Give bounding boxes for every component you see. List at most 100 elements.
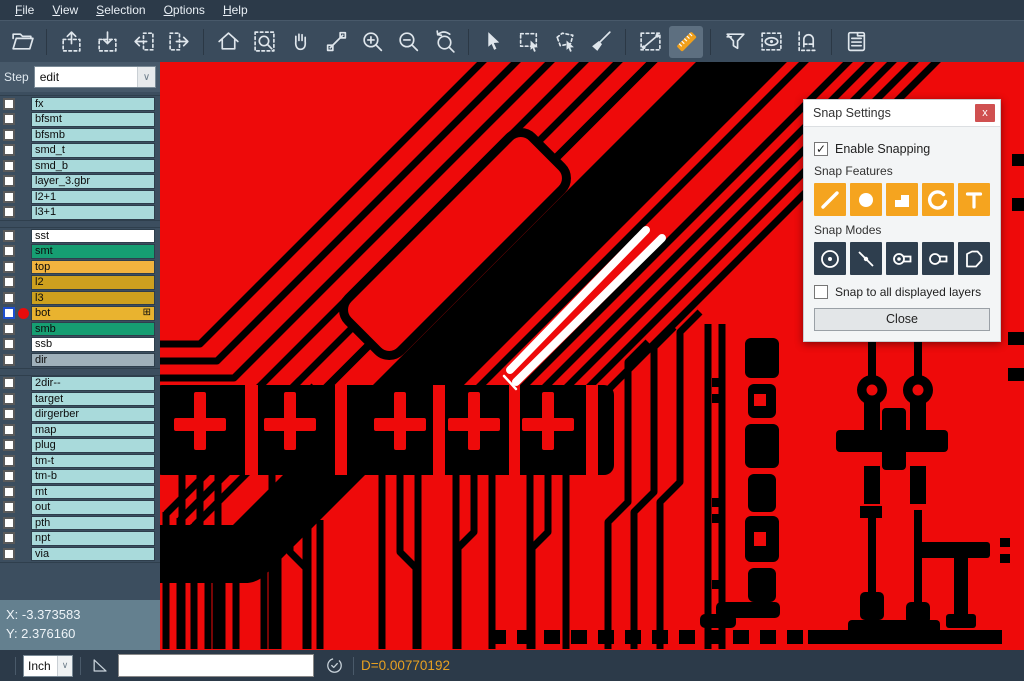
layer-visibility-checkbox[interactable] — [3, 292, 15, 304]
layer-visibility-checkbox[interactable] — [3, 206, 15, 218]
snap-midpoint-button[interactable] — [850, 242, 882, 275]
layer-row-dir[interactable]: dir — [0, 352, 160, 368]
layer-visibility-checkbox[interactable] — [3, 175, 15, 187]
layer-row-via[interactable]: via — [0, 546, 160, 562]
snap-pad-dot-button[interactable] — [886, 242, 918, 275]
layer-name[interactable]: out — [31, 500, 155, 515]
layer-visibility-checkbox[interactable] — [3, 486, 15, 498]
chevron-down-icon[interactable]: ∨ — [137, 67, 155, 87]
layer-visibility-checkbox[interactable] — [3, 377, 15, 389]
layer-visibility-checkbox[interactable] — [3, 517, 15, 529]
enable-snapping-checkbox[interactable]: ✓ — [814, 142, 828, 156]
layer-row-top[interactable]: top — [0, 259, 160, 275]
layer-visibility-checkbox[interactable] — [3, 323, 15, 335]
snap-slot-button[interactable] — [922, 242, 954, 275]
snap-line-button[interactable] — [814, 183, 846, 216]
menu-view[interactable]: View — [43, 1, 87, 19]
layer-row-fx[interactable]: fx — [0, 96, 160, 112]
layer-visibility-checkbox[interactable] — [3, 160, 15, 172]
step-select[interactable]: edit ∨ — [34, 66, 156, 88]
layer-name[interactable]: l3+1 — [31, 205, 155, 220]
layer-row-npt[interactable]: npt — [0, 531, 160, 547]
menu-selection[interactable]: Selection — [87, 1, 154, 19]
layer-name[interactable]: plug — [31, 438, 155, 453]
layer-row-out[interactable]: out — [0, 500, 160, 516]
layer-row-l3+1[interactable]: l3+1 — [0, 205, 160, 221]
layer-visibility-checkbox[interactable] — [3, 144, 15, 156]
layer-name[interactable]: npt — [31, 531, 155, 546]
layer-name[interactable]: sst — [31, 229, 155, 244]
snap-surface-button[interactable] — [886, 183, 918, 216]
layer-name[interactable]: pth — [31, 516, 155, 531]
select-button[interactable] — [476, 26, 510, 58]
layer-name[interactable]: bfsmb — [31, 128, 155, 143]
menu-file[interactable]: File — [6, 1, 43, 19]
chevron-down-icon[interactable]: ∨ — [57, 656, 72, 676]
layer-name[interactable]: smd_b — [31, 159, 155, 174]
layer-row-layer_3.gbr[interactable]: layer_3.gbr — [0, 174, 160, 190]
layer-row-l3[interactable]: l3 — [0, 290, 160, 306]
layer-visibility-checkbox[interactable] — [3, 191, 15, 203]
layer-name[interactable]: smt — [31, 244, 155, 259]
layer-visibility-checkbox[interactable] — [3, 548, 15, 560]
layer-row-smt[interactable]: smt — [0, 244, 160, 260]
layer-visibility-checkbox[interactable] — [3, 276, 15, 288]
layer-name[interactable]: fx — [31, 97, 155, 112]
menu-help[interactable]: Help — [214, 1, 257, 19]
zoom-in-button[interactable] — [355, 26, 389, 58]
layer-name[interactable]: layer_3.gbr — [31, 174, 155, 189]
layer-row-plug[interactable]: plug — [0, 438, 160, 454]
layer-name[interactable]: map — [31, 423, 155, 438]
select-rect-button[interactable] — [512, 26, 546, 58]
dialog-title-bar[interactable]: Snap Settings x — [804, 100, 1000, 127]
layer-visibility-checkbox[interactable] — [3, 307, 15, 319]
layer-visibility-checkbox[interactable] — [3, 501, 15, 513]
edit-vertex-button[interactable] — [319, 26, 353, 58]
layer-row-ssb[interactable]: ssb — [0, 337, 160, 353]
layer-visibility-checkbox[interactable] — [3, 455, 15, 467]
layer-row-l2[interactable]: l2 — [0, 275, 160, 291]
layer-name[interactable]: l2+1 — [31, 190, 155, 205]
layer-row-l2+1[interactable]: l2+1 — [0, 189, 160, 205]
layer-name[interactable]: target — [31, 392, 155, 407]
measure-button[interactable] — [633, 26, 667, 58]
layer-visibility-checkbox[interactable] — [3, 532, 15, 544]
layer-visibility-checkbox[interactable] — [3, 439, 15, 451]
zoom-previous-button[interactable] — [427, 26, 461, 58]
enable-snapping-row[interactable]: ✓ Enable Snapping — [814, 142, 990, 156]
layer-row-target[interactable]: target — [0, 391, 160, 407]
snap-all-layers-row[interactable]: Snap to all displayed layers — [814, 285, 990, 299]
layer-name[interactable]: bfsmt — [31, 112, 155, 127]
snap-button[interactable] — [790, 26, 824, 58]
view-options-button[interactable] — [754, 26, 788, 58]
pcb-canvas[interactable]: Snap Settings x ✓ Enable Snapping Snap F… — [160, 62, 1024, 650]
layer-row-2dir--[interactable]: 2dir-- — [0, 376, 160, 392]
layer-row-bfsmt[interactable]: bfsmt — [0, 112, 160, 128]
report-button[interactable] — [839, 26, 873, 58]
snap-contour-button[interactable] — [958, 242, 990, 275]
close-button[interactable]: Close — [814, 308, 990, 331]
layer-name[interactable]: tm-t — [31, 454, 155, 469]
menu-options[interactable]: Options — [155, 1, 214, 19]
snap-center-button[interactable] — [814, 242, 846, 275]
layer-visibility-checkbox[interactable] — [3, 230, 15, 242]
snap-arc-button[interactable] — [922, 183, 954, 216]
in-left-button[interactable] — [126, 26, 160, 58]
brush-button[interactable] — [584, 26, 618, 58]
layer-visibility-checkbox[interactable] — [3, 393, 15, 405]
layer-row-mt[interactable]: mt — [0, 484, 160, 500]
layer-name[interactable]: l2 — [31, 275, 155, 290]
layer-visibility-checkbox[interactable] — [3, 245, 15, 257]
layer-row-bfsmb[interactable]: bfsmb — [0, 127, 160, 143]
layer-name[interactable]: l3 — [31, 291, 155, 306]
layer-visibility-checkbox[interactable] — [3, 98, 15, 110]
grid-icon[interactable]: ⊞ — [143, 307, 151, 320]
zoom-out-button[interactable] — [391, 26, 425, 58]
layer-visibility-checkbox[interactable] — [3, 129, 15, 141]
snap-circle-button[interactable] — [850, 183, 882, 216]
filter-button[interactable] — [718, 26, 752, 58]
layer-row-smd_t[interactable]: smd_t — [0, 143, 160, 159]
layer-row-sst[interactable]: sst — [0, 228, 160, 244]
in-up-button[interactable] — [54, 26, 88, 58]
ruler-button[interactable] — [669, 26, 703, 58]
